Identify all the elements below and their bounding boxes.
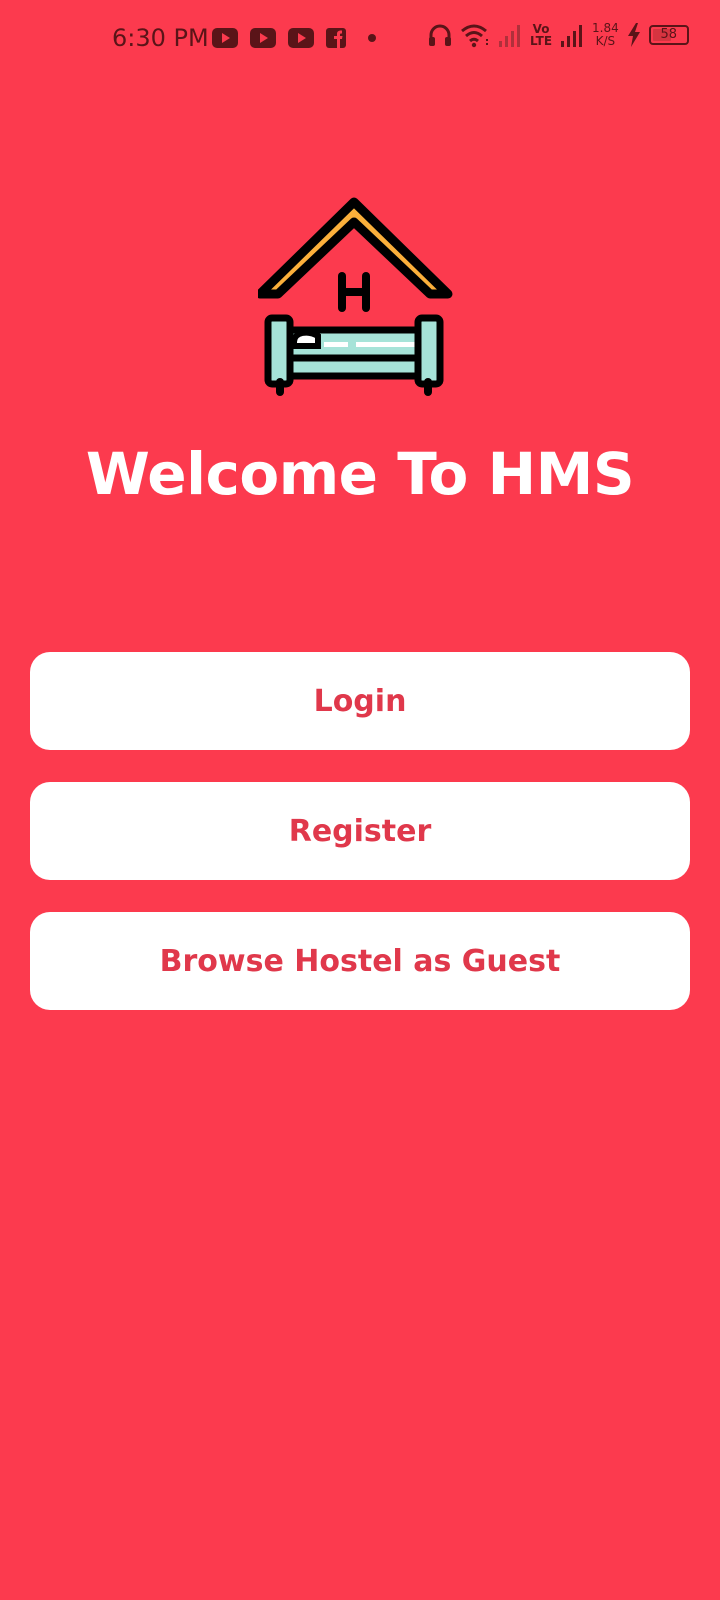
- dot-icon: [368, 34, 376, 42]
- battery-level: 58: [660, 27, 678, 42]
- facebook-icon: [326, 28, 346, 48]
- wifi-icon: [461, 24, 488, 48]
- bed-shape: [264, 314, 444, 396]
- login-button-label: Login: [313, 683, 407, 719]
- signal-icon: [561, 25, 583, 47]
- roof-shape: [258, 197, 453, 299]
- browse-as-guest-button[interactable]: Browse Hostel as Guest: [30, 912, 690, 1010]
- browse-as-guest-button-label: Browse Hostel as Guest: [159, 943, 561, 979]
- hostel-bed-icon: [258, 197, 453, 396]
- system-icons: Vo LTE 1.84 K/S 58: [428, 22, 689, 48]
- network-speed: 1.84 K/S: [592, 22, 619, 48]
- youtube-icon: [250, 28, 276, 48]
- speed-unit: K/S: [595, 34, 616, 48]
- notification-icons: [212, 28, 378, 48]
- lte-label: LTE: [530, 34, 553, 48]
- signal-weak-icon: [499, 25, 520, 47]
- battery-icon: 58: [648, 25, 689, 45]
- volte-indicator: Vo LTE: [530, 23, 552, 47]
- charging-icon: [627, 23, 640, 47]
- status-bar: 6:30 PM Vo LTE 1.84 K/S 58: [0, 0, 720, 80]
- register-button[interactable]: Register: [30, 782, 690, 880]
- welcome-title: Welcome To HMS: [85, 440, 635, 508]
- youtube-icon: [212, 28, 238, 48]
- register-button-label: Register: [288, 813, 432, 849]
- letter-h: [338, 272, 370, 312]
- login-button[interactable]: Login: [30, 652, 690, 750]
- status-time: 6:30 PM: [112, 24, 209, 52]
- headphones-icon: [429, 24, 451, 46]
- youtube-icon: [288, 28, 314, 48]
